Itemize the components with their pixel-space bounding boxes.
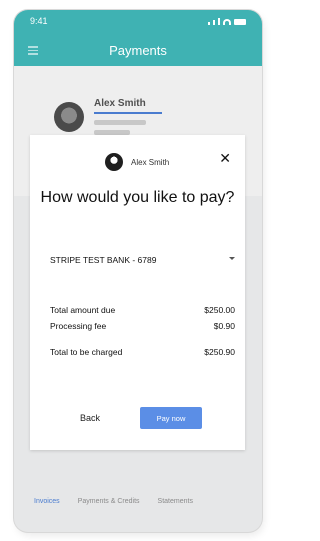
account-detail-line <box>94 120 146 125</box>
signal-icon <box>218 18 220 25</box>
chevron-down-icon <box>229 257 235 260</box>
wifi-icon <box>223 19 231 25</box>
name-underline <box>94 112 162 114</box>
payment-method-label: STRIPE TEST BANK - 6789 <box>50 255 157 265</box>
status-icons <box>208 16 246 25</box>
summary-amount: $250.90 <box>204 347 235 357</box>
summary-label: Total amount due <box>50 305 116 315</box>
tab-statements[interactable]: Statements <box>158 498 193 505</box>
account-name: Alex Smith <box>94 98 146 109</box>
payment-method-select[interactable]: STRIPE TEST BANK - 6789 <box>50 255 235 269</box>
pay-now-button[interactable]: Pay now <box>140 407 202 429</box>
summary-label: Total to be charged <box>50 347 123 357</box>
status-time: 9:41 <box>30 16 48 26</box>
page-title: Payments <box>109 43 167 58</box>
payment-modal: Alex Smith ✕ How would you like to pay? … <box>30 135 245 450</box>
signal-icon <box>213 20 215 25</box>
battery-icon <box>234 19 246 25</box>
tab-payments-credits[interactable]: Payments & Credits <box>78 498 140 505</box>
summary-label: Processing fee <box>50 321 107 331</box>
modal-user-name: Alex Smith <box>131 158 170 167</box>
summary-amount: $250.00 <box>204 305 235 315</box>
close-icon[interactable]: ✕ <box>219 150 231 167</box>
signal-icon <box>208 22 210 25</box>
avatar <box>105 153 123 171</box>
modal-title: How would you like to pay? <box>40 189 235 206</box>
summary-row: Processing fee $0.90 <box>50 321 235 333</box>
summary-row: Total amount due $250.00 <box>50 305 235 317</box>
app-header: 9:41 Payments <box>14 10 262 66</box>
bottom-tab-bar: Invoices Payments & Credits Statements <box>14 490 262 512</box>
avatar <box>54 102 84 132</box>
summary-row: Total to be charged $250.90 <box>50 347 235 359</box>
back-button[interactable]: Back <box>80 413 100 423</box>
summary-amount: $0.90 <box>213 321 235 331</box>
tab-invoices[interactable]: Invoices <box>34 498 60 505</box>
